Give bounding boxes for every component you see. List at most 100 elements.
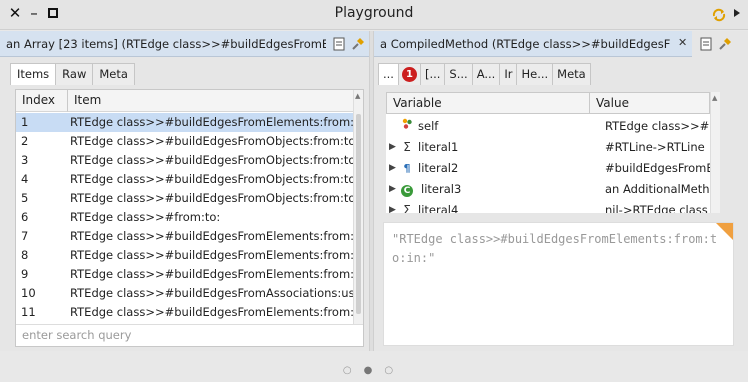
pager-dot[interactable]: ○ (343, 365, 364, 376)
sigma-icon: Σ (403, 203, 411, 213)
table-row[interactable]: 1 RTEdge class>>#buildEdgesFromElements:f… (16, 113, 363, 132)
row-index: 1 (21, 115, 29, 129)
table-row[interactable]: 2 RTEdge class>>#buildEdgesFromObjects:fr… (16, 132, 363, 151)
tab-source[interactable]: S... (444, 63, 473, 85)
pager-dot-active[interactable]: ● (364, 365, 385, 376)
row-index: 11 (21, 305, 36, 319)
tab-ast[interactable]: A... (471, 63, 501, 85)
search-input[interactable]: enter search query (16, 324, 363, 346)
pin-icon[interactable] (351, 37, 364, 51)
sigma-icon: Σ (403, 140, 411, 154)
variable-value: #RTLine->RTLine (605, 140, 705, 154)
corner-marker-icon (716, 223, 733, 240)
row-index: 6 (21, 210, 29, 224)
tab-ellipsis[interactable]: ... (378, 63, 399, 85)
variable-value: #buildEdgesFromEle (605, 161, 710, 175)
row-item: RTEdge class>>#buildEdgesFromElements:fr… (70, 229, 353, 243)
row-index: 3 (21, 153, 29, 167)
table-row[interactable]: 8 RTEdge class>>#buildEdgesFromElements:f… (16, 246, 363, 265)
table-row[interactable]: 6 RTEdge class>>#from:to: (16, 208, 363, 227)
window-menu-icon[interactable] (734, 9, 740, 21)
row-index: 2 (21, 134, 29, 148)
column-header-value[interactable]: Value (590, 92, 710, 114)
variable-row[interactable]: ▶ C literal3 an AdditionalMetho (386, 179, 710, 200)
window-title: Playground (334, 5, 414, 21)
left-pane-title: an Array [23 items] (RTEdge class>>#buil… (6, 37, 326, 51)
variable-value: an AdditionalMetho (605, 182, 710, 196)
tab-ir[interactable]: Ir (499, 63, 518, 85)
row-item: RTEdge class>>#buildEdgesFromObjects:fro… (70, 134, 353, 148)
variable-name: literal4 (418, 203, 459, 213)
expand-arrow-icon[interactable]: ▶ (389, 137, 396, 158)
tab-meta[interactable]: Meta (92, 63, 135, 85)
variables-scrollbar[interactable]: ▲ (710, 92, 720, 213)
table-row[interactable]: 9 RTEdge class>>#buildEdgesFromElements:f… (16, 265, 363, 284)
tab-meta[interactable]: Meta (552, 63, 591, 85)
row-index: 4 (21, 172, 29, 186)
tab-bytecode[interactable]: [... (419, 63, 446, 85)
row-item: RTEdge class>>#buildEdgesFromObjects:fro… (70, 172, 353, 186)
row-index: 8 (21, 248, 29, 262)
class-icon: C (401, 179, 413, 200)
variable-value: RTEdge class>>#bui (605, 119, 710, 133)
row-index: 5 (21, 191, 29, 205)
table-row[interactable]: 7 RTEdge class>>#buildEdgesFromElements:f… (16, 227, 363, 246)
tab-raw[interactable]: Raw (55, 63, 94, 85)
table-row[interactable]: 4 RTEdge class>>#buildEdgesFromObjects:fr… (16, 170, 363, 189)
items-table: Index Item 1 RTEdge class>>#buildEdgesFro… (15, 89, 364, 347)
items-scrollbar[interactable]: ▲ (353, 90, 363, 324)
tab-header[interactable]: He... (516, 63, 554, 85)
tab-critiques[interactable]: 1 (397, 63, 421, 85)
column-header-variable[interactable]: Variable (386, 92, 590, 114)
scrollbar-thumb[interactable] (356, 114, 361, 314)
row-item: RTEdge class>>#buildEdgesFromElements:fr… (70, 305, 353, 319)
left-pane-tabs: Items Raw Meta (10, 63, 135, 85)
document-icon[interactable] (333, 37, 345, 51)
column-header-index[interactable]: Index (16, 90, 68, 112)
variable-row[interactable]: ▶ ¶ literal2 #buildEdgesFromEle (386, 158, 710, 179)
table-row[interactable]: 10 RTEdge class>>#buildEdgesFromAssociati… (16, 284, 363, 303)
variable-row[interactable]: self RTEdge class>>#bui (386, 116, 710, 137)
variable-value: nil->RTEdge class (605, 203, 708, 213)
right-pane-tabs: ... 1 [... S... A... Ir He... Meta (378, 63, 591, 85)
variable-row[interactable]: ▶ Σ literal1 #RTLine->RTLine (386, 137, 710, 158)
variable-name: literal2 (418, 161, 459, 175)
variables-table: Variable Value self RTEdge class>>#bui ▶… (386, 92, 720, 213)
tab-items[interactable]: Items (10, 63, 57, 85)
window-titlebar: ✕ – Playground (0, 0, 748, 30)
error-badge: 1 (401, 67, 417, 82)
right-pane-header: a CompiledMethod (RTEdge class>>#buildEd… (374, 31, 692, 57)
right-pane-title: a CompiledMethod (RTEdge class>>#buildEd… (380, 37, 670, 51)
document-icon[interactable] (700, 37, 712, 51)
variable-name: self (418, 119, 439, 133)
column-header-item[interactable]: Item (68, 90, 353, 112)
source-code-area[interactable]: "RTEdge class>>#buildEdgesFromElements:f… (383, 222, 734, 346)
variable-name: literal3 (421, 182, 462, 196)
left-inspector-pane: an Array [23 items] (RTEdge class>>#buil… (0, 31, 369, 351)
left-pane-header: an Array [23 items] (RTEdge class>>#buil… (0, 31, 369, 57)
scroll-up-arrow-icon[interactable]: ▲ (712, 94, 717, 102)
row-item: RTEdge class>>#buildEdgesFromElements:fr… (70, 267, 353, 281)
source-code-text: "RTEdge class>>#buildEdgesFromElements:f… (392, 232, 718, 265)
row-item: RTEdge class>>#from:to: (70, 210, 221, 224)
expand-arrow-icon[interactable]: ▶ (389, 179, 396, 200)
pager-dots: ○●○ (0, 365, 748, 376)
row-item: RTEdge class>>#buildEdgesFromObjects:fro… (70, 153, 353, 167)
variable-row[interactable]: ▶ Σ literal4 nil->RTEdge class (386, 200, 710, 213)
table-row[interactable]: 3 RTEdge class>>#buildEdgesFromObjects:fr… (16, 151, 363, 170)
pin-icon[interactable] (718, 37, 731, 51)
table-row[interactable]: 11 RTEdge class>>#buildEdgesFromElements:… (16, 303, 363, 322)
scroll-up-arrow-icon[interactable]: ▲ (355, 92, 360, 100)
row-index: 9 (21, 267, 29, 281)
pilcrow-icon: ¶ (403, 162, 411, 175)
row-index: 7 (21, 229, 29, 243)
row-item: RTEdge class>>#buildEdgesFromElements:fr… (70, 248, 353, 262)
pager-dot[interactable]: ○ (384, 365, 405, 376)
sync-icon[interactable] (712, 8, 726, 22)
row-item: RTEdge class>>#buildEdgesFromAssociation… (70, 286, 353, 300)
expand-arrow-icon[interactable]: ▶ (389, 200, 396, 213)
expand-arrow-icon[interactable]: ▶ (389, 158, 396, 179)
table-row[interactable]: 5 RTEdge class>>#buildEdgesFromObjects:fr… (16, 189, 363, 208)
row-item: RTEdge class>>#buildEdgesFromElements:fr… (70, 115, 353, 129)
close-tab-button[interactable]: ✕ (678, 36, 687, 49)
